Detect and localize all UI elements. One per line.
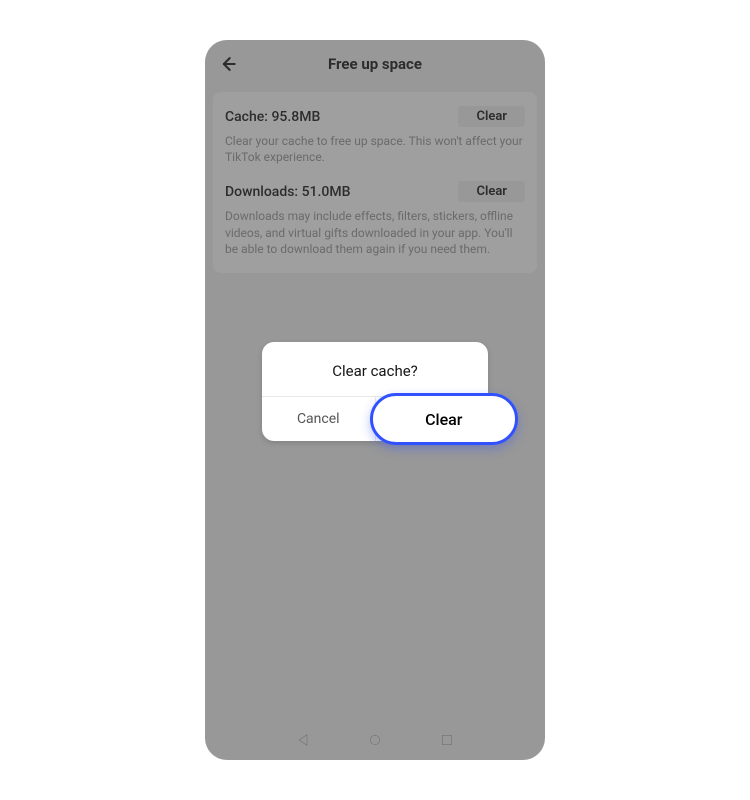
dialog-actions: Cancel Clear bbox=[262, 397, 488, 441]
dialog-confirm-cell: Clear bbox=[376, 397, 489, 441]
cancel-button[interactable]: Cancel bbox=[262, 397, 376, 441]
dialog-title: Clear cache? bbox=[262, 342, 488, 397]
confirm-dialog: Clear cache? Cancel Clear bbox=[262, 342, 488, 441]
phone-screen: Free up space Cache: 95.8MB Clear Clear … bbox=[205, 40, 545, 760]
confirm-clear-button[interactable]: Clear bbox=[370, 393, 519, 445]
